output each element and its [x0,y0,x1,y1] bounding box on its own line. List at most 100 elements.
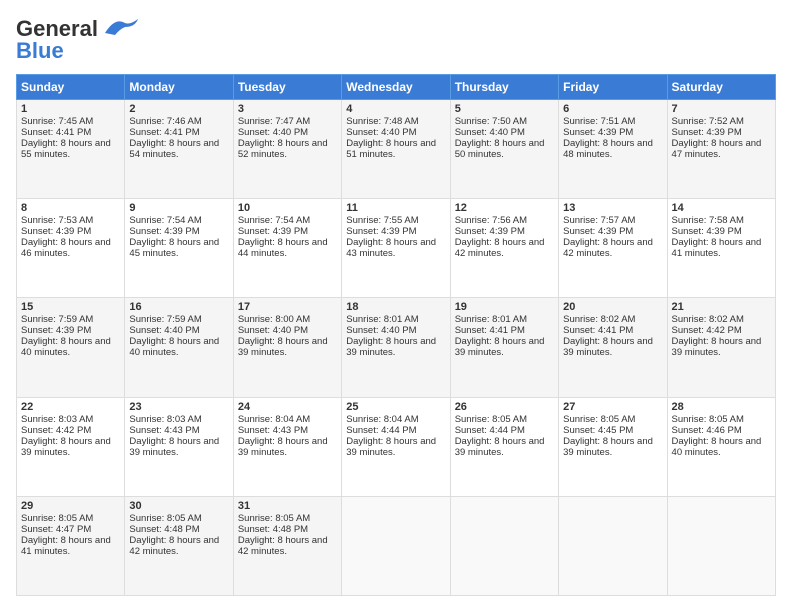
sunrise-text: Sunrise: 7:52 AM [672,116,771,127]
sunset-text: Sunset: 4:39 PM [672,226,771,237]
calendar-cell: 31Sunrise: 8:05 AMSunset: 4:48 PMDayligh… [233,496,341,595]
day-number: 29 [21,500,120,512]
sunrise-text: Sunrise: 8:04 AM [346,414,445,425]
calendar-cell [667,496,775,595]
sunrise-text: Sunrise: 8:05 AM [129,513,228,524]
daylight-text: Daylight: 8 hours and 43 minutes. [346,237,445,259]
daylight-text: Daylight: 8 hours and 40 minutes. [672,436,771,458]
sunrise-text: Sunrise: 8:00 AM [238,314,337,325]
sunrise-text: Sunrise: 8:03 AM [129,414,228,425]
sunset-text: Sunset: 4:40 PM [238,325,337,336]
day-number: 1 [21,103,120,115]
daylight-text: Daylight: 8 hours and 39 minutes. [346,336,445,358]
calendar-cell: 11Sunrise: 7:55 AMSunset: 4:39 PMDayligh… [342,199,450,298]
sunrise-text: Sunrise: 7:54 AM [238,215,337,226]
sunset-text: Sunset: 4:40 PM [346,127,445,138]
calendar-cell: 24Sunrise: 8:04 AMSunset: 4:43 PMDayligh… [233,397,341,496]
calendar-cell: 19Sunrise: 8:01 AMSunset: 4:41 PMDayligh… [450,298,558,397]
calendar-cell: 5Sunrise: 7:50 AMSunset: 4:40 PMDaylight… [450,100,558,199]
calendar-cell: 13Sunrise: 7:57 AMSunset: 4:39 PMDayligh… [559,199,667,298]
daylight-text: Daylight: 8 hours and 40 minutes. [129,336,228,358]
calendar-cell: 28Sunrise: 8:05 AMSunset: 4:46 PMDayligh… [667,397,775,496]
calendar-cell: 18Sunrise: 8:01 AMSunset: 4:40 PMDayligh… [342,298,450,397]
calendar-cell: 15Sunrise: 7:59 AMSunset: 4:39 PMDayligh… [17,298,125,397]
calendar-cell: 12Sunrise: 7:56 AMSunset: 4:39 PMDayligh… [450,199,558,298]
day-number: 10 [238,202,337,214]
sunset-text: Sunset: 4:39 PM [21,226,120,237]
calendar-cell: 3Sunrise: 7:47 AMSunset: 4:40 PMDaylight… [233,100,341,199]
daylight-text: Daylight: 8 hours and 39 minutes. [129,436,228,458]
day-number: 12 [455,202,554,214]
daylight-text: Daylight: 8 hours and 41 minutes. [21,535,120,557]
logo-bird-icon [100,15,140,37]
calendar-cell: 16Sunrise: 7:59 AMSunset: 4:40 PMDayligh… [125,298,233,397]
header-friday: Friday [559,75,667,100]
sunrise-text: Sunrise: 7:50 AM [455,116,554,127]
sunset-text: Sunset: 4:46 PM [672,425,771,436]
sunset-text: Sunset: 4:44 PM [455,425,554,436]
sunrise-text: Sunrise: 8:05 AM [238,513,337,524]
sunrise-text: Sunrise: 7:54 AM [129,215,228,226]
sunset-text: Sunset: 4:43 PM [238,425,337,436]
week-row-4: 22Sunrise: 8:03 AMSunset: 4:42 PMDayligh… [17,397,776,496]
sunrise-text: Sunrise: 8:03 AM [21,414,120,425]
sunset-text: Sunset: 4:47 PM [21,524,120,535]
calendar-body: 1Sunrise: 7:45 AMSunset: 4:41 PMDaylight… [17,100,776,596]
logo: General Blue [16,16,140,64]
sunset-text: Sunset: 4:39 PM [129,226,228,237]
sunset-text: Sunset: 4:45 PM [563,425,662,436]
calendar-cell: 17Sunrise: 8:00 AMSunset: 4:40 PMDayligh… [233,298,341,397]
sunset-text: Sunset: 4:41 PM [563,325,662,336]
daylight-text: Daylight: 8 hours and 45 minutes. [129,237,228,259]
calendar-cell: 4Sunrise: 7:48 AMSunset: 4:40 PMDaylight… [342,100,450,199]
calendar-cell: 30Sunrise: 8:05 AMSunset: 4:48 PMDayligh… [125,496,233,595]
day-number: 8 [21,202,120,214]
sunrise-text: Sunrise: 8:02 AM [672,314,771,325]
calendar-cell: 6Sunrise: 7:51 AMSunset: 4:39 PMDaylight… [559,100,667,199]
calendar-cell: 8Sunrise: 7:53 AMSunset: 4:39 PMDaylight… [17,199,125,298]
sunset-text: Sunset: 4:39 PM [238,226,337,237]
daylight-text: Daylight: 8 hours and 55 minutes. [21,138,120,160]
daylight-text: Daylight: 8 hours and 51 minutes. [346,138,445,160]
daylight-text: Daylight: 8 hours and 39 minutes. [346,436,445,458]
header: General Blue [16,16,776,64]
daylight-text: Daylight: 8 hours and 42 minutes. [455,237,554,259]
calendar-cell: 27Sunrise: 8:05 AMSunset: 4:45 PMDayligh… [559,397,667,496]
sunrise-text: Sunrise: 8:05 AM [672,414,771,425]
sunrise-text: Sunrise: 8:01 AM [455,314,554,325]
week-row-3: 15Sunrise: 7:59 AMSunset: 4:39 PMDayligh… [17,298,776,397]
daylight-text: Daylight: 8 hours and 42 minutes. [563,237,662,259]
sunrise-text: Sunrise: 8:05 AM [563,414,662,425]
day-number: 4 [346,103,445,115]
daylight-text: Daylight: 8 hours and 39 minutes. [563,436,662,458]
day-number: 9 [129,202,228,214]
sunset-text: Sunset: 4:39 PM [672,127,771,138]
sunset-text: Sunset: 4:39 PM [346,226,445,237]
sunrise-text: Sunrise: 7:57 AM [563,215,662,226]
daylight-text: Daylight: 8 hours and 46 minutes. [21,237,120,259]
sunrise-text: Sunrise: 7:58 AM [672,215,771,226]
calendar-cell: 23Sunrise: 8:03 AMSunset: 4:43 PMDayligh… [125,397,233,496]
sunset-text: Sunset: 4:41 PM [129,127,228,138]
day-number: 25 [346,401,445,413]
calendar-cell: 7Sunrise: 7:52 AMSunset: 4:39 PMDaylight… [667,100,775,199]
sunrise-text: Sunrise: 8:05 AM [21,513,120,524]
day-number: 21 [672,301,771,313]
day-number: 28 [672,401,771,413]
sunset-text: Sunset: 4:48 PM [238,524,337,535]
sunset-text: Sunset: 4:40 PM [238,127,337,138]
header-wednesday: Wednesday [342,75,450,100]
sunrise-text: Sunrise: 8:01 AM [346,314,445,325]
sunrise-text: Sunrise: 7:53 AM [21,215,120,226]
sunset-text: Sunset: 4:40 PM [129,325,228,336]
sunrise-text: Sunrise: 7:55 AM [346,215,445,226]
calendar-cell: 29Sunrise: 8:05 AMSunset: 4:47 PMDayligh… [17,496,125,595]
calendar-table: SundayMondayTuesdayWednesdayThursdayFrid… [16,74,776,596]
calendar-cell [559,496,667,595]
daylight-text: Daylight: 8 hours and 39 minutes. [238,336,337,358]
day-number: 20 [563,301,662,313]
daylight-text: Daylight: 8 hours and 47 minutes. [672,138,771,160]
sunset-text: Sunset: 4:40 PM [346,325,445,336]
header-sunday: Sunday [17,75,125,100]
sunset-text: Sunset: 4:42 PM [21,425,120,436]
